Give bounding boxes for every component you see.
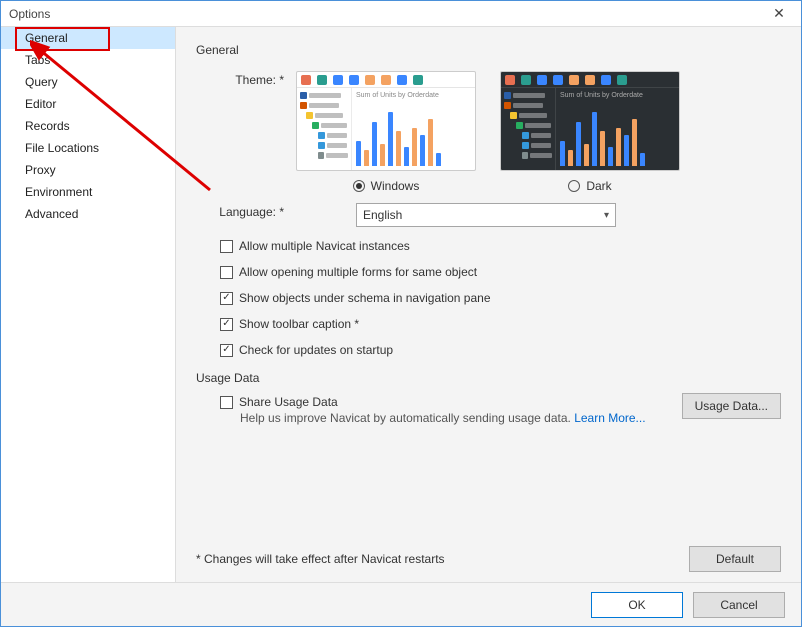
check-updates-startup[interactable]: Check for updates on startup [220,343,781,357]
window-title: Options [5,7,761,21]
main-panel: General Theme: * [176,27,801,582]
sidebar-item-advanced[interactable]: Advanced [1,203,175,225]
ok-button[interactable]: OK [591,592,683,618]
theme-label: Theme: * [196,71,296,193]
learn-more-link[interactable]: Learn More... [574,411,645,425]
client-area: General Tabs Query Editor Records File L… [1,27,801,582]
chevron-down-icon: ▾ [604,210,609,221]
checkbox-icon[interactable] [220,318,233,331]
checkbox-icon[interactable] [220,240,233,253]
theme-row: Theme: * [196,71,781,193]
sidebar-item-tabs[interactable]: Tabs [1,49,175,71]
check-allow-multiple-forms[interactable]: Allow opening multiple forms for same ob… [220,265,781,279]
default-button[interactable]: Default [689,546,781,572]
check-label: Allow opening multiple forms for same ob… [239,265,477,279]
checkbox-icon[interactable] [220,396,233,409]
check-label: Check for updates on startup [239,343,393,357]
usage-row: Share Usage Data Help us improve Navicat… [196,393,781,425]
restart-note: * Changes will take effect after Navicat… [196,552,689,566]
theme-preview-light: Sum of Units by Orderdate [296,71,476,171]
check-label: Allow multiple Navicat instances [239,239,410,253]
checkbox-icon[interactable] [220,266,233,279]
section-heading-usage: Usage Data [196,371,781,385]
check-share-usage[interactable]: Share Usage Data [220,395,682,409]
sidebar-item-proxy[interactable]: Proxy [1,159,175,181]
radio-theme-dark[interactable] [568,180,580,192]
theme-windows-label: Windows [371,179,420,193]
check-show-objects-schema[interactable]: Show objects under schema in navigation … [220,291,781,305]
theme-option-windows[interactable]: Sum of Units by Orderdate [296,71,476,193]
language-label: Language: * [196,203,296,227]
usage-data-button[interactable]: Usage Data... [682,393,781,419]
language-value: English [363,208,402,222]
check-label: Show objects under schema in navigation … [239,291,491,305]
check-allow-multiple-instances[interactable]: Allow multiple Navicat instances [220,239,781,253]
sidebar-item-records[interactable]: Records [1,115,175,137]
radio-theme-windows[interactable] [353,180,365,192]
sidebar-item-editor[interactable]: Editor [1,93,175,115]
sidebar-item-file-locations[interactable]: File Locations [1,137,175,159]
check-label: Show toolbar caption * [239,317,359,331]
language-select[interactable]: English ▾ [356,203,616,227]
checkbox-icon[interactable] [220,292,233,305]
restart-row: * Changes will take effect after Navicat… [196,532,781,572]
theme-preview-dark: Sum of Units by Orderdate [500,71,680,171]
section-heading-general: General [196,43,781,57]
sidebar-item-environment[interactable]: Environment [1,181,175,203]
theme-option-dark[interactable]: Sum of Units by Orderdate [500,71,680,193]
sidebar-item-query[interactable]: Query [1,71,175,93]
checkbox-icon[interactable] [220,344,233,357]
share-usage-label: Share Usage Data [239,395,338,409]
usage-help-text: Help us improve Navicat by automatically… [240,411,682,425]
sidebar: General Tabs Query Editor Records File L… [1,27,176,582]
cancel-button[interactable]: Cancel [693,592,785,618]
check-show-toolbar-caption[interactable]: Show toolbar caption * [220,317,781,331]
options-window: Options ✕ General Tabs Query Editor Reco… [0,0,802,627]
language-row: Language: * English ▾ [196,203,781,227]
theme-dark-label: Dark [586,179,611,193]
sidebar-item-general[interactable]: General [1,27,175,49]
titlebar: Options ✕ [1,1,801,27]
close-button[interactable]: ✕ [761,1,797,26]
dialog-footer: OK Cancel [1,582,801,626]
